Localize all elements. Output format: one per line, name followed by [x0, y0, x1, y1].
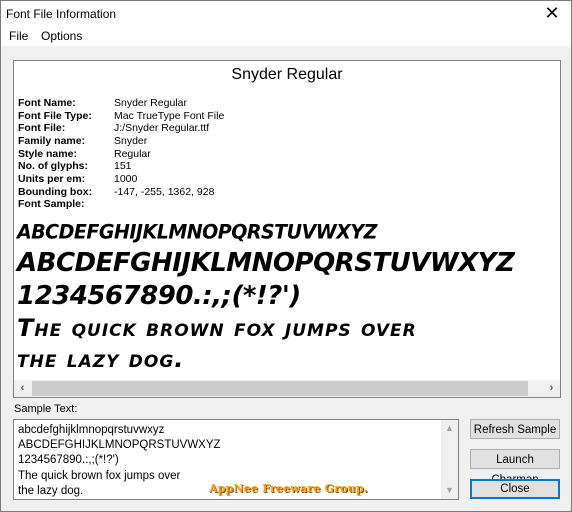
font-sample-label: Font Sample: — [18, 198, 85, 210]
close-button[interactable]: Close — [470, 479, 560, 499]
font-sample-line: 1234567890.:,;(*!?') — [17, 281, 301, 311]
font-sample-line: The quick brown fox jumps over — [17, 314, 417, 342]
prop-font-name: Font Name: Snyder Regular — [18, 97, 187, 109]
prop-style-name: Style name: Regular — [18, 147, 151, 160]
font-sample-line: the lazy dog. — [17, 345, 185, 373]
close-window-icon[interactable]: ✕ — [537, 2, 567, 26]
font-info-panel: Snyder Regular Font Name: Snyder Regular … — [13, 60, 561, 398]
font-properties: Font Name: Snyder Regular Font File Type:… — [18, 97, 224, 199]
menu-options[interactable]: Options — [41, 29, 82, 43]
scroll-down-icon[interactable]: ▼ — [441, 482, 458, 499]
horizontal-scrollbar[interactable]: ‹ › — [14, 380, 560, 397]
sample-text-input[interactable]: abcdefghijklmnopqrstuvwxyz ABCDEFGHIJKLM… — [13, 419, 459, 500]
prop-bounding-box: Bounding box: -147, -255, 1362, 928 — [18, 185, 215, 198]
prop-family-name: Family name: Snyder — [18, 135, 148, 148]
title-bar: Font File Information ✕ — [1, 1, 571, 27]
font-heading: Snyder Regular — [231, 66, 343, 83]
prop-units-per-em: Units per em: 1000 — [18, 173, 138, 186]
window-title: Font File Information — [6, 7, 117, 21]
sample-text-content[interactable]: abcdefghijklmnopqrstuvwxyz ABCDEFGHIJKLM… — [18, 423, 221, 499]
scroll-left-icon[interactable]: ‹ — [14, 380, 31, 397]
scroll-up-icon[interactable]: ▲ — [441, 420, 458, 437]
refresh-sample-button[interactable]: Refresh Sample — [470, 419, 560, 439]
scroll-right-icon[interactable]: › — [543, 380, 560, 397]
vertical-scrollbar[interactable]: ▲ ▼ — [441, 420, 458, 499]
menu-file[interactable]: File — [9, 29, 28, 43]
prop-font-file-type: Font File Type: Mac TrueType Font File — [18, 109, 225, 122]
prop-font-file: Font File: J:/Snyder Regular.ttf — [18, 122, 210, 135]
launch-charmap-button[interactable]: Launch Charmap — [470, 449, 560, 486]
font-sample-line: ABCDEFGHIJKLMNOPQRSTUVWXYZ — [17, 248, 515, 278]
watermark: AppNee Freeware Group. — [209, 482, 368, 495]
scrollbar-thumb[interactable] — [32, 381, 528, 396]
menu-bar: File Options — [1, 27, 571, 46]
prop-glyph-count: No. of glyphs: 151 — [18, 160, 132, 173]
font-info-window: Font File Information ✕ File Options Sny… — [0, 0, 572, 512]
font-sample-line: ABCDEFGHIJKLMNOPQRSTUVWXYZ — [17, 220, 377, 244]
sample-text-label: Sample Text: — [14, 403, 78, 415]
